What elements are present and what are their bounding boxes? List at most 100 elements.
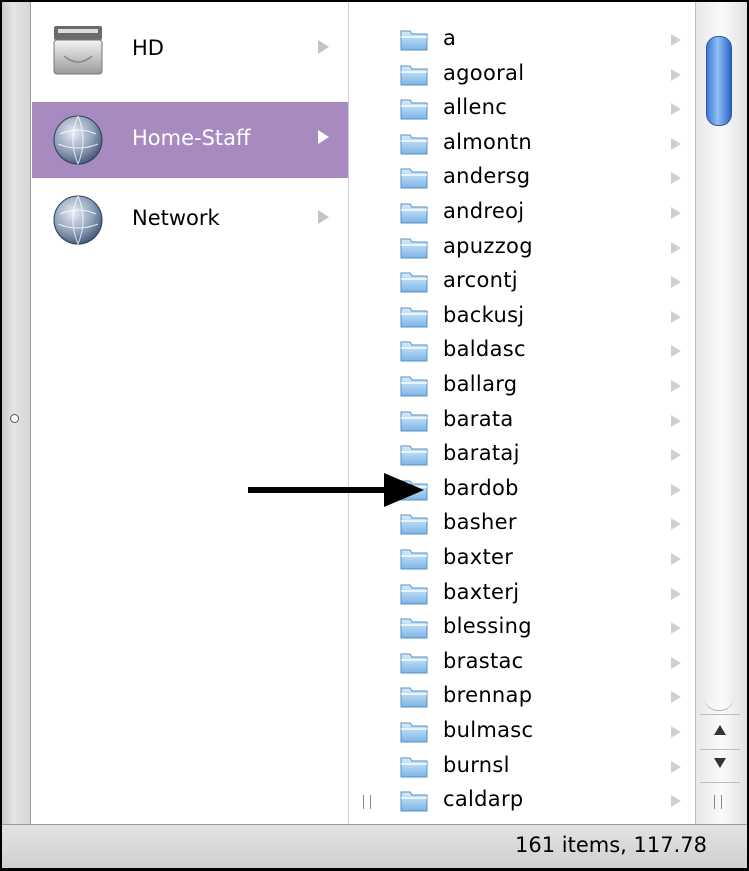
folder-icon [400, 203, 428, 224]
scroll-track-end [704, 692, 734, 711]
folder-list-item[interactable]: apuzzog [349, 232, 695, 267]
folder-icon [400, 411, 428, 432]
folder-icon [400, 341, 428, 362]
sidebar-item-network[interactable]: Network [32, 182, 348, 258]
vertical-scrollbar[interactable] [695, 2, 747, 824]
folder-list-item[interactable]: andersg [349, 162, 695, 197]
disclosure-arrow-icon [671, 34, 681, 46]
status-bar: 161 items, 117.78 [2, 824, 747, 868]
sidebar-item-hd[interactable]: HD [32, 12, 348, 88]
disclosure-arrow-icon [671, 795, 681, 808]
folder-name: bardob [443, 475, 519, 500]
folder-list-item[interactable]: a [349, 24, 695, 59]
disclosure-arrow-icon [671, 137, 681, 150]
item-count-text: 161 items, 117.78 [515, 833, 707, 857]
scroll-up-arrow-icon[interactable] [700, 714, 740, 750]
sidebar-item-label: Network [132, 206, 220, 230]
folder-name: andersg [443, 164, 531, 189]
disclosure-arrow-icon [318, 130, 329, 144]
folder-list-item[interactable]: basher [349, 508, 695, 543]
disclosure-arrow-icon [671, 726, 681, 738]
disclosure-arrow-icon [671, 68, 681, 81]
folder-name: baldasc [443, 337, 526, 362]
disclosure-arrow-icon [671, 345, 681, 358]
folder-list-item[interactable]: baxterj [349, 578, 695, 613]
folder-name: brennap [443, 683, 533, 708]
disclosure-arrow-icon [671, 483, 681, 496]
folder-list-item[interactable]: allenc [349, 93, 695, 128]
folder-name: barata [443, 406, 514, 431]
folder-list-item[interactable]: bulmasc [349, 716, 695, 751]
folder-list-item[interactable]: almontn [349, 128, 695, 163]
folder-list-item[interactable]: caldarp [349, 785, 695, 820]
disclosure-arrow-icon [671, 207, 681, 219]
resize-handle-dot[interactable] [10, 414, 19, 423]
folder-list-item[interactable]: brennap [349, 681, 695, 716]
folder-list-item[interactable]: burnsl [349, 751, 695, 786]
folder-list-item[interactable]: agooral [349, 59, 695, 94]
folder-list-item[interactable]: barata [349, 405, 695, 440]
folder-icon [400, 757, 428, 778]
left-resize-gutter[interactable] [2, 2, 31, 824]
folder-name: andreoj [443, 199, 525, 223]
sidebar-column: HD Home-Staff Network [32, 2, 348, 824]
column-resize-grip[interactable] [363, 795, 371, 809]
disclosure-arrow-icon [671, 380, 681, 392]
folder-name: caldarp [443, 787, 524, 812]
folder-list-item[interactable]: andreoj [349, 197, 695, 232]
disclosure-arrow-icon [671, 622, 681, 635]
disclosure-arrow-icon [671, 172, 681, 185]
folder-list-item[interactable]: brastac [349, 647, 695, 682]
folder-list-item[interactable]: barataj [349, 439, 695, 474]
disclosure-arrow-icon [671, 518, 681, 531]
folder-icon [400, 272, 428, 293]
folder-icon [400, 99, 428, 120]
sidebar-item-label: Home-Staff [132, 126, 251, 150]
folder-list-item[interactable]: blessing [349, 612, 695, 647]
folder-icon [400, 65, 428, 86]
folder-icon [400, 30, 428, 51]
folder-icon [400, 687, 428, 708]
folder-name: baxter [443, 545, 514, 569]
folder-icon [400, 445, 428, 466]
folder-icon [400, 791, 428, 812]
folder-name: ballarg [443, 372, 518, 396]
folder-name: brastac [443, 648, 524, 673]
column-resize-grip[interactable] [714, 795, 722, 809]
disclosure-arrow-icon [671, 241, 681, 254]
scroll-down-arrow-icon[interactable] [700, 748, 740, 783]
folder-name: blessing [443, 614, 532, 639]
network-globe-icon [53, 115, 103, 165]
folder-name: apuzzog [443, 233, 533, 258]
folder-name: almontn [443, 129, 532, 154]
disclosure-arrow-icon [671, 414, 681, 427]
folder-name: barataj [443, 441, 520, 466]
scroll-thumb[interactable] [706, 36, 732, 126]
folder-list-item[interactable]: baxter [349, 543, 695, 578]
folder-name: baxterj [443, 579, 520, 604]
sidebar-item-label: HD [132, 36, 164, 60]
disclosure-arrow-icon [671, 691, 681, 704]
disclosure-arrow-icon [671, 103, 681, 116]
disclosure-arrow-icon [671, 656, 681, 669]
folder-list-column: a agooral allenc almontn andersg andreoj apuzz… [349, 2, 695, 824]
disclosure-arrow-icon [671, 276, 681, 289]
folder-list-item[interactable]: baldasc [349, 335, 695, 370]
folder-icon [400, 653, 428, 674]
sidebar-item-home-staff[interactable]: Home-Staff [32, 102, 348, 178]
folder-list-item[interactable]: backusj [349, 301, 695, 336]
folder-icon [400, 168, 428, 189]
folder-name: basher [443, 510, 517, 535]
folder-name: burnsl [443, 752, 510, 777]
disclosure-arrow-icon [318, 210, 329, 224]
folder-name: agooral [443, 60, 525, 85]
folder-icon [400, 134, 428, 155]
folder-name: a [443, 26, 457, 50]
hard-drive-icon [53, 26, 103, 75]
disclosure-arrow-icon [671, 310, 681, 323]
finder-browser-window: HD Home-Staff Network a agooral allenc a… [0, 0, 749, 871]
folder-list-item[interactable]: arcontj [349, 266, 695, 301]
folder-icon [400, 238, 428, 259]
folder-icon [400, 584, 428, 605]
folder-list-item[interactable]: ballarg [349, 370, 695, 405]
